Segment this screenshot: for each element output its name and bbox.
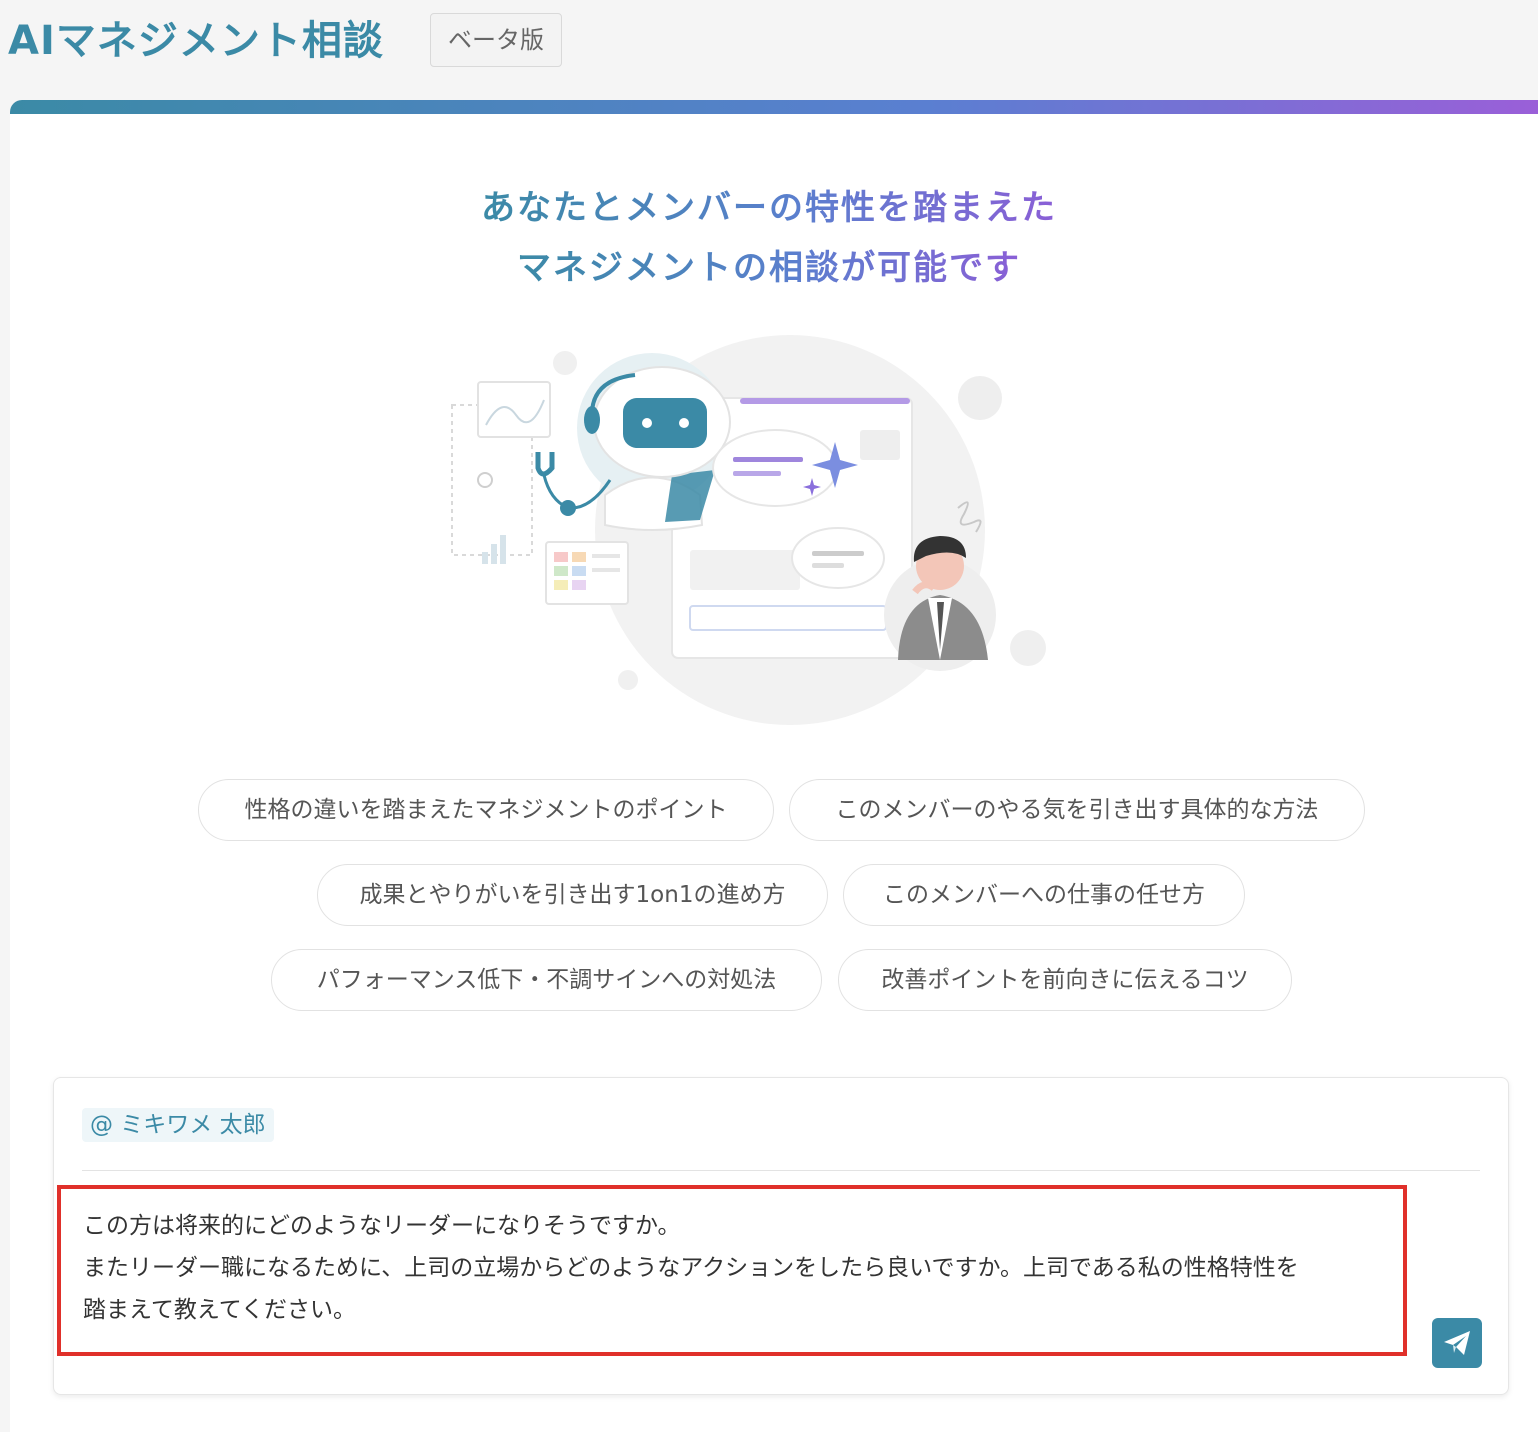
paper-plane-icon [1444, 1331, 1470, 1355]
send-button[interactable] [1432, 1318, 1482, 1368]
suggestion-chip[interactable]: 成果とやりがいを引き出す1on1の進め方 [317, 864, 828, 926]
suggestion-chip[interactable]: このメンバーのやる気を引き出す具体的な方法 [789, 779, 1365, 841]
message-line-2: またリーダー職になるために、上司の立場からどのようなアクションをしたら良いですか… [83, 1255, 1299, 1281]
mention-tag[interactable]: @ ミキワメ 太郎 [82, 1108, 274, 1142]
suggestion-chip[interactable]: パフォーマンス低下・不調サインへの対処法 [271, 949, 822, 1011]
composer-divider [82, 1170, 1480, 1171]
hero-headline-line-1: あなたとメンバーの特性を踏まえた [481, 178, 1057, 238]
app-header: AIマネジメント相談 ベータ版 [0, 0, 1538, 100]
suggestion-chip[interactable]: このメンバーへの仕事の任せ方 [843, 864, 1245, 926]
message-input[interactable]: この方は将来的にどのようなリーダーになりそうですか。 またリーダー職になるために… [57, 1185, 1407, 1356]
ai-consultation-illustration [440, 330, 1060, 740]
message-line-1: この方は将来的にどのようなリーダーになりそうですか。 [83, 1213, 681, 1239]
gradient-accent-bar [10, 100, 1538, 114]
hero-headline-line-2: マネジメントの相談が可能です [517, 238, 1021, 298]
beta-badge: ベータ版 [430, 13, 562, 67]
message-line-3: 踏まえて教えてください。 [83, 1297, 357, 1323]
suggestion-chip[interactable]: 改善ポイントを前向きに伝えるコツ [838, 949, 1292, 1011]
suggestion-chip[interactable]: 性格の違いを踏まえたマネジメントのポイント [198, 779, 774, 841]
app-title: AIマネジメント相談 [8, 18, 384, 64]
hero-headline: あなたとメンバーの特性を踏まえた マネジメントの相談が可能です [0, 178, 1538, 298]
